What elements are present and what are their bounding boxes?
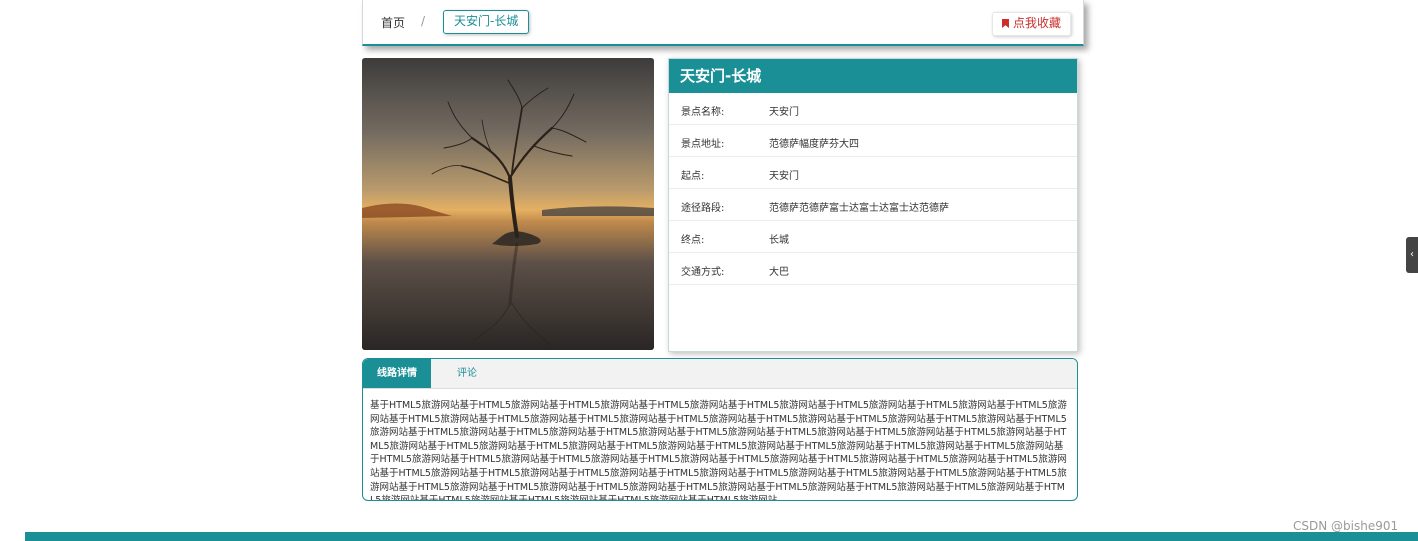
tab-bar: 线路详情 评论 — [363, 359, 1077, 389]
info-label: 交通方式: — [681, 267, 725, 278]
favorite-label: 点我收藏 — [1012, 16, 1061, 30]
bookmark-icon — [1001, 19, 1009, 28]
info-label: 起点: — [681, 171, 705, 182]
side-toggle-button[interactable]: ‹ — [1406, 237, 1418, 273]
info-label: 景点名称: — [681, 107, 725, 118]
info-label: 终点: — [681, 235, 705, 246]
breadcrumb-current[interactable]: 天安门-长城 — [443, 10, 530, 34]
breadcrumb-home-link[interactable]: 首页 — [381, 14, 405, 31]
route-title: 天安门-长城 — [669, 59, 1077, 93]
info-value: 大巴 — [769, 267, 789, 278]
breadcrumb-separator: / — [421, 14, 426, 28]
route-photo — [362, 58, 654, 350]
tab-comments[interactable]: 评论 — [443, 359, 491, 388]
info-label: 景点地址: — [681, 139, 725, 150]
info-row-start: 起点: 天安门 — [669, 157, 1077, 189]
footer-bar — [25, 532, 1418, 541]
route-detail-text: 基于HTML5旅游网站基于HTML5旅游网站基于HTML5旅游网站基于HTML5… — [370, 400, 1067, 501]
info-value: 范德萨范德萨富士达富士达富士达范德萨 — [769, 203, 949, 214]
info-value: 天安门 — [769, 107, 799, 118]
tab-route-details[interactable]: 线路详情 — [363, 359, 431, 388]
chevron-left-icon: ‹ — [1410, 249, 1414, 260]
info-value: 范德萨幅度萨芬大四 — [769, 139, 859, 150]
info-row-end: 终点: 长城 — [669, 221, 1077, 253]
route-info-card: 天安门-长城 景点名称: 天安门 景点地址: 范德萨幅度萨芬大四 起点: 天安门… — [668, 58, 1078, 352]
info-row-address: 景点地址: 范德萨幅度萨芬大四 — [669, 125, 1077, 157]
detail-panel: 线路详情 评论 基于HTML5旅游网站基于HTML5旅游网站基于HTML5旅游网… — [362, 358, 1078, 501]
info-label: 途径路段: — [681, 203, 725, 214]
watermark: CSDN @bishe901 — [1293, 519, 1399, 533]
info-value: 天安门 — [769, 171, 799, 182]
favorite-button[interactable]: 点我收藏 — [991, 12, 1071, 36]
info-row-name: 景点名称: 天安门 — [669, 93, 1077, 125]
breadcrumb-bar: 首页 / 天安门-长城 点我收藏 — [362, 0, 1084, 46]
info-row-via: 途径路段: 范德萨范德萨富士达富士达富士达范德萨 — [669, 189, 1077, 221]
info-row-transport: 交通方式: 大巴 — [669, 253, 1077, 285]
info-value: 长城 — [769, 235, 789, 246]
